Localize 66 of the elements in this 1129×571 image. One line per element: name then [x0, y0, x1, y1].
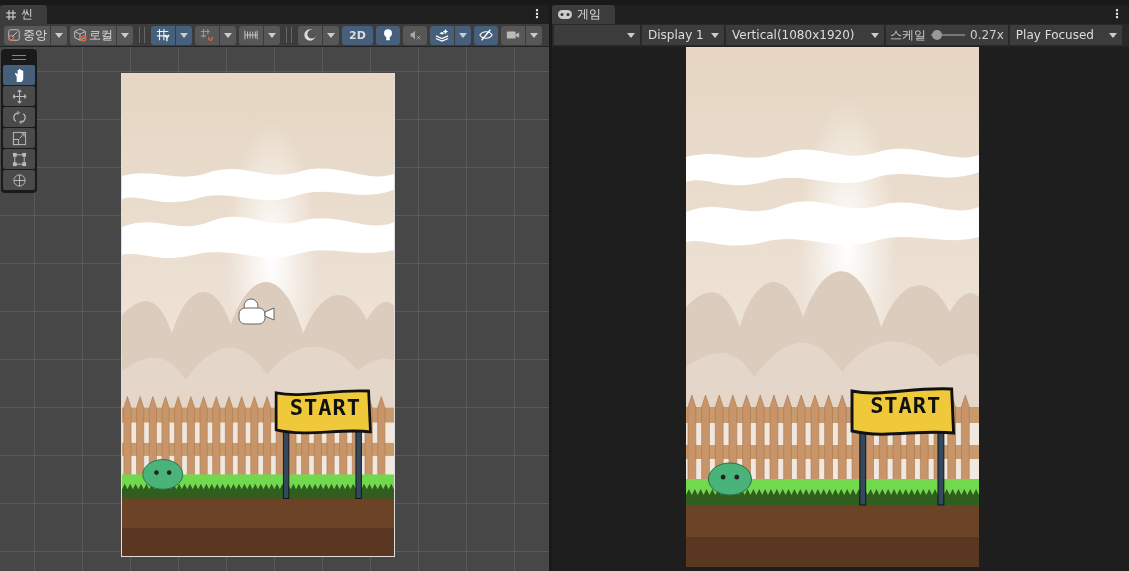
layers-sparkle-icon — [434, 28, 449, 42]
tool-button[interactable] — [3, 65, 35, 85]
dropdown-button[interactable] — [176, 25, 192, 45]
toolbar-button[interactable] — [298, 25, 322, 45]
dropdown-button[interactable] — [323, 25, 339, 45]
hidden-eye-icon — [478, 28, 493, 42]
tool-button[interactable] — [3, 86, 35, 106]
tool-button[interactable] — [3, 128, 35, 148]
dropdown-button[interactable] — [264, 25, 280, 45]
caret-icon — [180, 32, 188, 38]
toolbar-button[interactable] — [239, 25, 263, 45]
caret-icon — [458, 32, 467, 38]
grid-magnet-icon — [200, 28, 214, 42]
caret-icon — [121, 32, 129, 38]
transform-tool-icon — [11, 172, 27, 188]
play-mode-dropdown[interactable]: Play Focused — [1009, 25, 1122, 45]
grid-icon — [6, 9, 16, 20]
move-tool-icon — [11, 88, 27, 104]
rotate-tool-icon — [11, 109, 27, 125]
resolution-dropdown[interactable]: Vertical(1080x1920) — [726, 25, 884, 45]
tool-button[interactable] — [3, 149, 35, 169]
toolbar-button[interactable] — [500, 25, 525, 45]
pivot-icon — [7, 28, 21, 42]
slider-thumb[interactable] — [932, 30, 943, 40]
toolbar-button[interactable] — [151, 25, 175, 45]
scene-tab[interactable]: 씬 — [0, 5, 47, 24]
start-sign-text: START — [869, 392, 943, 418]
toolbar-button[interactable] — [375, 25, 400, 45]
dropdown-button[interactable] — [454, 25, 471, 45]
gamepad-icon — [558, 10, 572, 19]
scale-label: 스케일 — [890, 26, 926, 44]
dropdown-button[interactable] — [220, 25, 236, 45]
caret-icon — [268, 32, 276, 38]
toolbar-button[interactable] — [402, 25, 427, 45]
caret-icon — [529, 32, 538, 38]
scale-tool-icon — [11, 130, 27, 146]
caret-icon — [627, 32, 635, 38]
dropdown-button[interactable] — [51, 25, 67, 45]
dropdown-button[interactable] — [117, 25, 133, 45]
more-options-icon[interactable]: ⋮ — [525, 5, 549, 24]
toolbar-button[interactable]: 2D — [342, 25, 373, 45]
toolbar-button[interactable] — [473, 25, 498, 45]
camera-gizmo-icon — [235, 296, 276, 328]
display-dropdown[interactable]: Display 1 — [642, 25, 724, 45]
dropdown-button[interactable] — [525, 25, 542, 45]
tool-button[interactable] — [3, 107, 35, 127]
toolbar-button[interactable] — [429, 25, 454, 45]
toolbar-button[interactable]: 로컬 — [70, 25, 116, 45]
rect-tool-icon — [11, 151, 27, 167]
toolbar-button[interactable]: 중앙 — [4, 25, 50, 45]
caret-icon — [55, 32, 63, 38]
scene-viewport[interactable]: START — [0, 47, 549, 571]
drag-handle-icon[interactable] — [12, 55, 26, 60]
caret-icon — [871, 32, 879, 38]
more-options-icon[interactable]: ⋮ — [1105, 5, 1129, 24]
caret-icon — [327, 32, 335, 38]
start-sign-text: START — [288, 394, 363, 420]
grid-snap-icon — [156, 28, 170, 42]
caret-icon — [711, 32, 719, 38]
cube-icon — [73, 28, 87, 42]
game-tab[interactable]: 게임 — [552, 5, 615, 24]
ruler-icon — [244, 28, 258, 42]
caret-icon — [1108, 32, 1117, 38]
caret-icon — [224, 32, 232, 38]
tool-button[interactable] — [3, 170, 35, 190]
scale-reading: 0.27x — [970, 28, 1004, 42]
